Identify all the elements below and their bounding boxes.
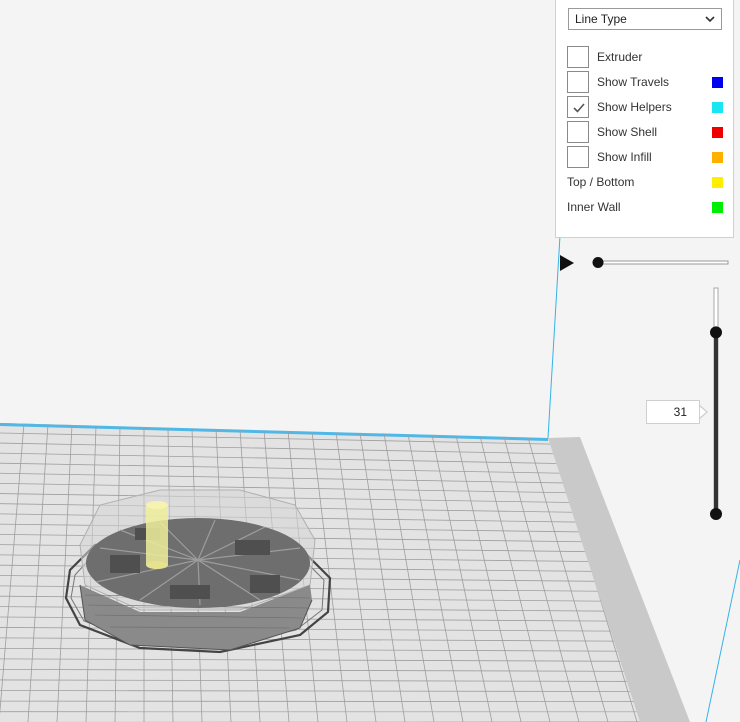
top-bottom-color-swatch [712, 177, 723, 188]
view-legend-panel: Line Type Extruder Show Travels Show Helpe… [555, 0, 734, 238]
legend-row-extruder[interactable]: Extruder [567, 46, 727, 70]
show-shell-color-swatch [712, 127, 723, 138]
layer-slider-active-range [714, 332, 718, 514]
legend-row-show-travels[interactable]: Show Travels [567, 71, 727, 95]
line-type-value: Line Type [575, 12, 627, 26]
legend-row-show-shell[interactable]: Show Shell [567, 121, 727, 145]
line-type-dropdown[interactable]: Line Type [568, 8, 722, 30]
checkmark-icon [573, 103, 585, 113]
show-infill-label: Show Infill [597, 150, 652, 164]
play-icon[interactable] [560, 255, 574, 271]
sliced-model [64, 489, 332, 654]
show-shell-checkbox[interactable] [567, 121, 589, 143]
legend-row-show-infill[interactable]: Show Infill [567, 146, 727, 170]
layer-number-input[interactable]: 31 [646, 400, 700, 424]
layer-slider [710, 287, 722, 520]
show-helpers-color-swatch [712, 102, 723, 113]
top-bottom-label: Top / Bottom [567, 175, 635, 189]
legend-row-top-bottom: Top / Bottom [567, 171, 727, 195]
show-travels-color-swatch [712, 77, 723, 88]
simulation-progress-handle[interactable] [592, 257, 604, 268]
extruder-label: Extruder [597, 50, 643, 64]
show-travels-label: Show Travels [597, 75, 670, 89]
simulation-progress-track[interactable] [597, 260, 729, 265]
show-infill-checkbox[interactable] [567, 146, 589, 168]
legend-row-show-helpers[interactable]: Show Helpers [567, 96, 727, 120]
layer-slider-upper-handle[interactable] [710, 326, 722, 339]
show-helpers-checkbox[interactable] [567, 96, 589, 118]
chevron-down-icon [705, 16, 715, 23]
layer-slider-lower-handle[interactable] [710, 508, 722, 520]
show-helpers-label: Show Helpers [597, 100, 672, 114]
show-travels-checkbox[interactable] [567, 71, 589, 93]
show-shell-label: Show Shell [597, 125, 658, 139]
simulation-controls [560, 255, 729, 271]
inner-wall-label: Inner Wall [567, 200, 621, 214]
show-infill-color-swatch [712, 152, 723, 163]
legend-row-inner-wall: Inner Wall [567, 196, 727, 220]
inner-wall-color-swatch [712, 202, 723, 213]
extruder-checkbox[interactable] [567, 46, 589, 68]
